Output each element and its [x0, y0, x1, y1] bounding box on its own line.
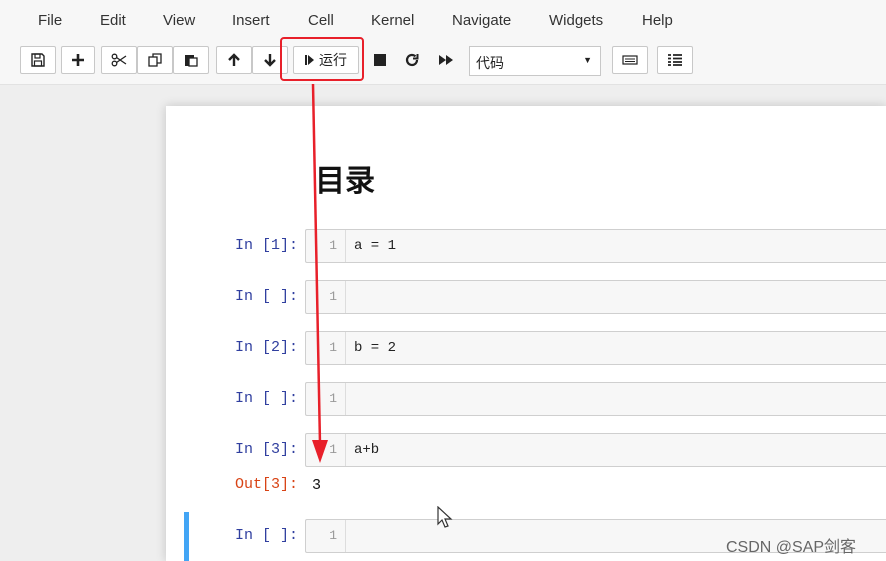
watermark: CSDN @SAP剑客 — [726, 539, 857, 556]
mouse-cursor-icon — [437, 506, 453, 528]
annotation-arrow — [311, 83, 328, 463]
